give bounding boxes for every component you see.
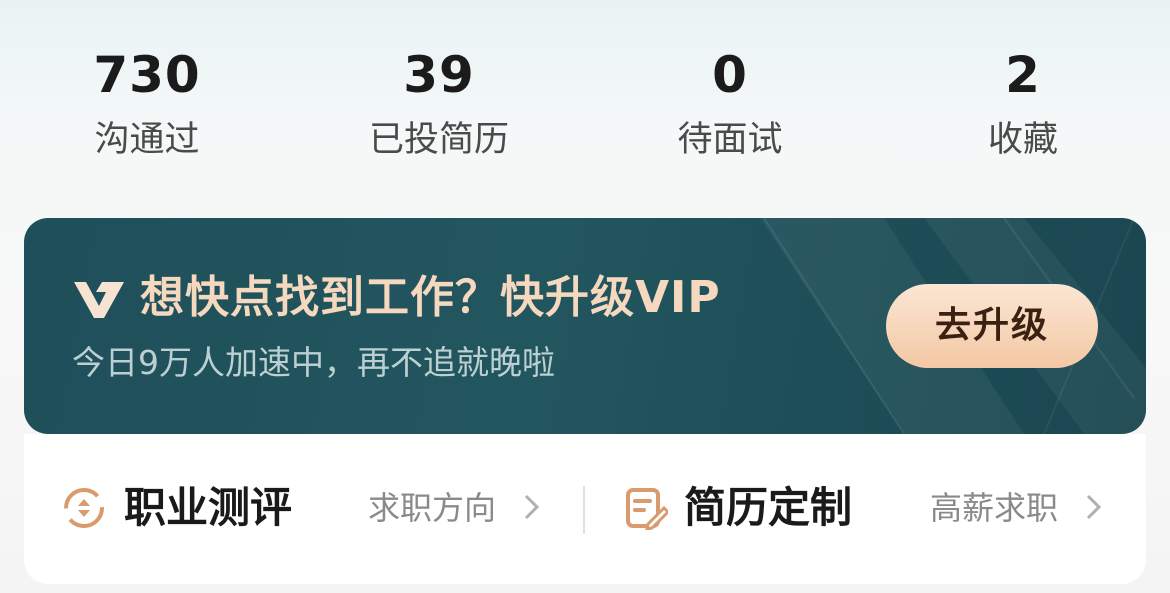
stat-communicated[interactable]: 730 沟通过 [17,40,277,164]
chevron-right-icon [1086,494,1102,520]
career-test-subtitle: 求职方向 [368,489,497,527]
stat-favorites-count: 2 [1005,46,1041,104]
vip-subtitle: 今日9万人加速中，再不追就晚啦 [72,343,555,382]
stat-favorites-label: 收藏 [987,120,1058,160]
upgrade-button[interactable]: 去升级 [886,284,1098,368]
career-test-entry[interactable]: 职业测评 求职方向 [24,466,564,552]
stat-favorites[interactable]: 2 收藏 [893,40,1153,164]
resume-edit-icon [626,488,668,530]
vip-upgrade-banner[interactable]: 想快点找到工作？快升级VIP 今日9万人加速中，再不追就晚啦 去升级 [24,218,1146,434]
resume-custom-title: 简历定制 [684,483,853,532]
stat-communicated-count: 730 [93,46,201,104]
stat-interviews-label: 待面试 [677,120,783,160]
vip-title: 想快点找到工作？快升级VIP [140,272,721,323]
resume-custom-entry[interactable]: 简历定制 高薪求职 [604,466,1124,552]
stat-resumes-sent[interactable]: 39 已投简历 [309,40,569,164]
tools-card: 职业测评 求职方向 简历定制 高薪求职 [24,434,1146,584]
resume-custom-subtitle: 高薪求职 [930,489,1059,527]
career-test-title: 职业测评 [124,483,293,532]
stat-interviews-count: 0 [712,46,748,104]
vip-logo-icon [74,282,124,318]
divider [583,486,585,534]
stat-communicated-label: 沟通过 [94,120,200,160]
career-test-icon [64,488,104,528]
stat-interviews[interactable]: 0 待面试 [600,40,860,164]
stat-resumes-sent-count: 39 [403,46,475,104]
chevron-right-icon [524,494,540,520]
stats-row: 730 沟通过 39 已投简历 0 待面试 2 收藏 [0,0,1170,200]
stat-resumes-sent-label: 已投简历 [368,120,509,160]
